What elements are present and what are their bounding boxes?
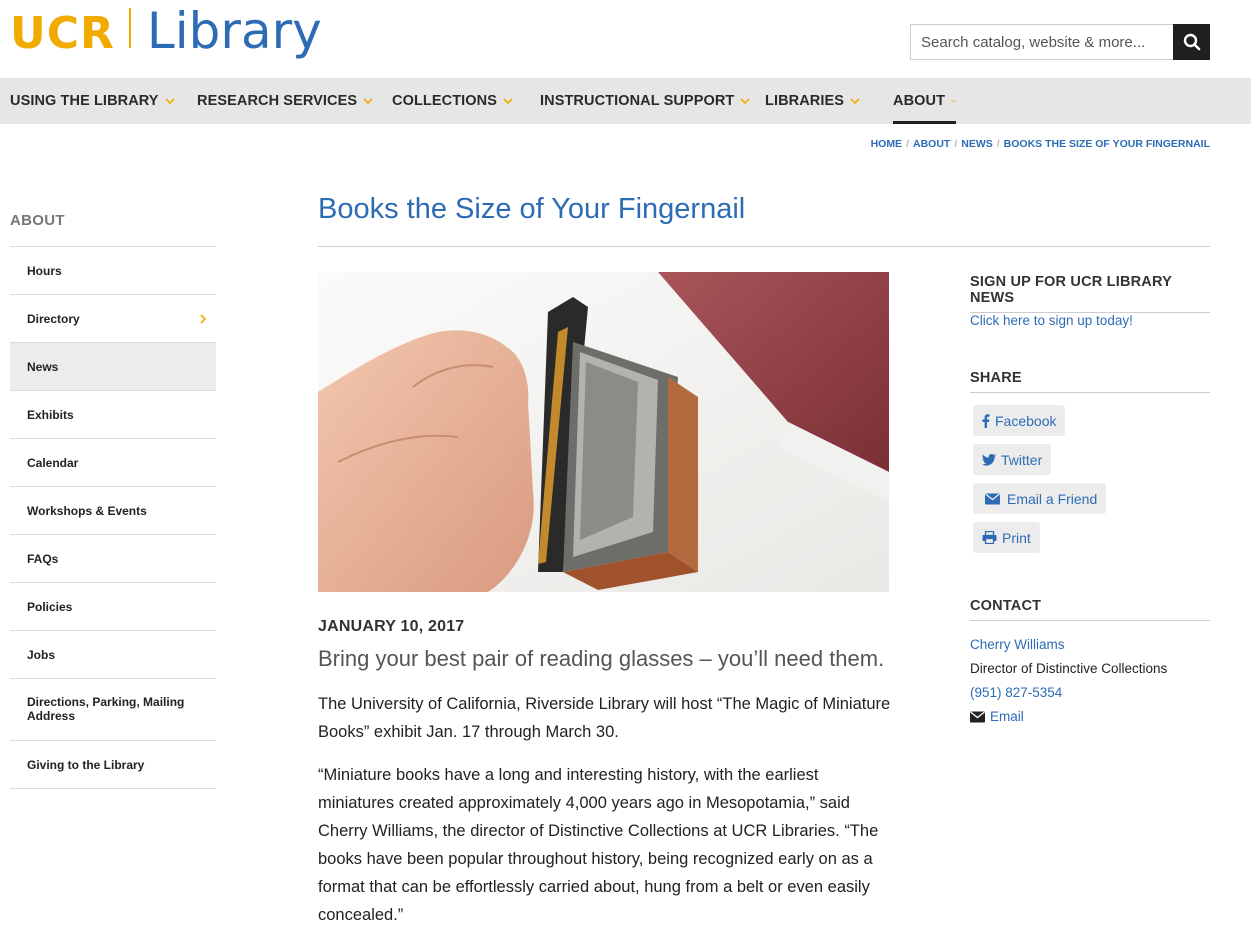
contact-phone-link[interactable]: (951) 827-5354 (970, 685, 1062, 700)
sidebar-title: ABOUT (10, 212, 65, 229)
breadcrumb-current: BOOKS THE SIZE OF YOUR FINGERNAIL (1003, 138, 1210, 150)
sidebar-item-calendar[interactable]: Calendar (10, 439, 216, 487)
sidebar-item-faqs[interactable]: FAQs (10, 535, 216, 583)
article-date: JANUARY 10, 2017 (318, 618, 465, 635)
sidebar-nav: Hours Directory News Exhibits Calendar W… (10, 246, 216, 789)
miniature-book-illustration (318, 272, 889, 592)
breadcrumb-separator: / (954, 138, 958, 150)
logo-ucr-text: UCR (10, 8, 115, 59)
breadcrumb-about[interactable]: ABOUT (913, 138, 950, 150)
logo-divider (128, 8, 131, 48)
sidebar-item-policies[interactable]: Policies (10, 583, 216, 631)
sidebar-item-hours[interactable]: Hours (10, 247, 216, 295)
sidebar-item-label: Calendar (27, 455, 79, 470)
nav-label: ABOUT (893, 93, 946, 109)
share-twitter-button[interactable]: Twitter (973, 444, 1052, 475)
sidebar-item-label: Workshops & Events (27, 503, 147, 518)
share-email-label: Email a Friend (1007, 490, 1098, 507)
sidebar-item-label: Directory (27, 311, 80, 326)
sidebar-item-exhibits[interactable]: Exhibits (10, 391, 216, 439)
sidebar-item-label: Hours (27, 263, 62, 278)
chevron-down-icon (951, 99, 956, 103)
chevron-right-icon[interactable] (198, 313, 208, 325)
sidebar-item-label: Giving to the Library (27, 757, 145, 772)
sidebar-item-label: Jobs (27, 647, 56, 662)
envelope-icon (985, 492, 1000, 504)
nav-label: LIBRARIES (765, 93, 845, 109)
article-paragraph: “Miniature books have a long and interes… (318, 766, 879, 924)
sidebar-item-label: Directions, Parking, Mailing Address (27, 694, 185, 723)
breadcrumb-separator: / (906, 138, 909, 150)
chevron-down-icon (503, 98, 513, 105)
share-print-button[interactable]: Print (973, 522, 1040, 553)
sidebar-item-directions[interactable]: Directions, Parking, Mailing Address (10, 679, 216, 741)
nav-libraries[interactable]: LIBRARIES (765, 78, 860, 124)
breadcrumb: HOME / ABOUT / NEWS / BOOKS THE SIZE OF YOUR F… (871, 138, 1210, 150)
logo-library-text: Library (146, 2, 322, 60)
contact-email-row: Email (970, 709, 1024, 724)
nav-collections[interactable]: COLLECTIONS (392, 78, 513, 124)
share-twitter-label: Twitter (1001, 451, 1043, 468)
contact-name-link[interactable]: Cherry Williams (970, 637, 1065, 652)
twitter-icon (982, 453, 996, 466)
search-input[interactable] (910, 24, 1173, 60)
printer-icon (982, 531, 997, 544)
contact-title: Director of Distinctive Collections (970, 661, 1168, 676)
facebook-icon (982, 413, 990, 428)
search-icon (1183, 33, 1200, 51)
contact-email-link[interactable]: Email (990, 709, 1024, 724)
sidebar-item-workshops-events[interactable]: Workshops & Events (10, 487, 216, 535)
sidebar-item-news[interactable]: News (10, 343, 216, 391)
article-lede: Bring your best pair of reading glasses … (318, 646, 885, 671)
nav-label: INSTRUCTIONAL SUPPORT (540, 93, 735, 109)
chevron-down-icon (850, 98, 860, 105)
share-facebook-button[interactable]: Facebook (973, 405, 1066, 436)
site-search (910, 24, 1210, 60)
chevron-down-icon (740, 98, 750, 105)
sidebar-item-giving[interactable]: Giving to the Library (10, 741, 216, 789)
nav-label: COLLECTIONS (392, 93, 498, 109)
nav-research-services[interactable]: RESEARCH SERVICES (197, 78, 373, 124)
ucr-library-logo[interactable]: UCR Library (10, 0, 322, 56)
chevron-down-icon (363, 98, 373, 105)
sidebar-item-label: Exhibits (27, 407, 74, 422)
sidebar-item-directory[interactable]: Directory (10, 295, 216, 343)
share-print-label: Print (1002, 529, 1031, 546)
breadcrumb-news[interactable]: NEWS (961, 138, 993, 150)
search-button[interactable] (1173, 24, 1210, 60)
sidebar-item-label: Policies (27, 599, 73, 614)
envelope-icon (970, 710, 985, 722)
main-nav: USING THE LIBRARY RESEARCH SERVICES COLL… (0, 78, 1251, 124)
breadcrumb-separator: / (996, 138, 1000, 150)
breadcrumb-home[interactable]: HOME (871, 138, 903, 150)
title-divider (318, 246, 1210, 247)
share-heading: SHARE (970, 370, 1210, 393)
share-facebook-label: Facebook (995, 412, 1057, 429)
nav-label: RESEARCH SERVICES (197, 93, 358, 109)
nav-using-the-library[interactable]: USING THE LIBRARY (10, 78, 175, 124)
nav-instructional-support[interactable]: INSTRUCTIONAL SUPPORT (540, 78, 750, 124)
sidebar-item-label: News (27, 359, 59, 374)
newsletter-heading: SIGN UP FOR UCR LIBRARY NEWS (970, 274, 1210, 313)
nav-label: USING THE LIBRARY (10, 93, 159, 109)
chevron-down-icon (165, 98, 175, 105)
share-email-button[interactable]: Email a Friend (973, 483, 1107, 514)
sidebar-item-label: FAQs (27, 551, 59, 566)
article-paragraph: The University of California, Riverside … (318, 695, 891, 741)
page-title: Books the Size of Your Fingernail (318, 193, 746, 225)
nav-about[interactable]: ABOUT (893, 78, 956, 124)
sidebar-item-jobs[interactable]: Jobs (10, 631, 216, 679)
article-hero-image (318, 272, 889, 592)
newsletter-signup-link[interactable]: Click here to sign up today! (970, 313, 1133, 328)
contact-heading: CONTACT (970, 598, 1210, 621)
